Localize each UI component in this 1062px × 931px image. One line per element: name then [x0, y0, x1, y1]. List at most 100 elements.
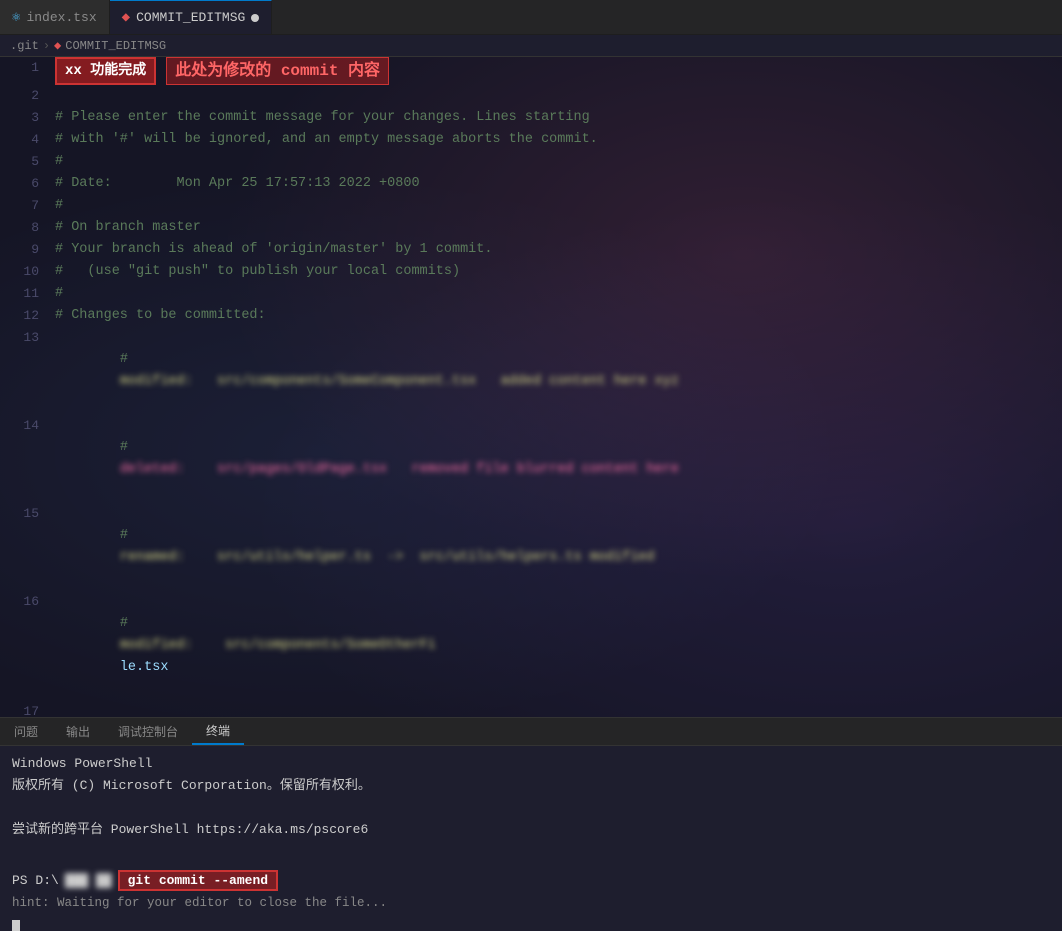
- line-15-hash: #: [120, 528, 144, 543]
- tab-index-tsx[interactable]: ⚛ index.tsx: [0, 0, 110, 34]
- line-1-content: xx 功能完成 此处为修改的 commit 内容: [55, 57, 1062, 85]
- line-16-blurred: modified: src/components/SomeOtherFi: [120, 635, 436, 657]
- code-container: 1 xx 功能完成 此处为修改的 commit 内容 2 3 # Please …: [0, 57, 1062, 717]
- line-3-content: # Please enter the commit message for yo…: [55, 107, 1062, 129]
- git-command: git commit --amend: [118, 870, 278, 891]
- line-10-content: # (use "git push" to publish your local …: [55, 261, 1062, 283]
- breadcrumb-separator: ›: [43, 39, 50, 53]
- commit-annotation: 此处为修改的 commit 内容: [166, 57, 389, 85]
- code-line-5: 5 #: [0, 151, 1062, 173]
- tab-problems-label: 问题: [14, 723, 38, 740]
- line-number-12: 12: [0, 305, 55, 327]
- line-number-14: 14: [0, 415, 55, 437]
- code-line-3: 3 # Please enter the commit message for …: [0, 107, 1062, 129]
- line-14-hash: #: [120, 440, 144, 455]
- commit-icon: ◆: [122, 9, 130, 26]
- code-line-10: 10 # (use "git push" to publish your loc…: [0, 261, 1062, 283]
- tab-debug[interactable]: 调试控制台: [104, 718, 192, 745]
- code-line-11: 11 #: [0, 283, 1062, 305]
- hint-text: hint: Waiting for your editor to close t…: [12, 896, 387, 910]
- line-17-content: # modified: src/store/appStore.ts state …: [55, 701, 1062, 717]
- line-number-5: 5: [0, 151, 55, 173]
- line-4-content: # with '#' will be ignored, and an empty…: [55, 129, 1062, 151]
- tsx-icon: ⚛: [12, 9, 20, 26]
- line-number-11: 11: [0, 283, 55, 305]
- line-15-blurred: renamed: src/utils/helper.ts -> src/util…: [120, 547, 655, 569]
- breadcrumb-file-icon: ◆: [54, 38, 61, 53]
- pscore-text: 尝试新的跨平台 PowerShell https://aka.ms/pscore…: [12, 822, 368, 837]
- copyright-text: 版权所有 (C) Microsoft Corporation。保留所有权利。: [12, 778, 371, 793]
- prompt-ps: PS D:\: [12, 873, 59, 888]
- line-15-content: # renamed: src/utils/helper.ts -> src/ut…: [55, 503, 1062, 591]
- terminal-command-box: git commit --amend: [118, 870, 278, 891]
- line-number-6: 6: [0, 173, 55, 195]
- terminal-content: Windows PowerShell 版权所有 (C) Microsoft Co…: [0, 746, 1062, 931]
- code-line-15: 15 # renamed: src/utils/helper.ts -> src…: [0, 503, 1062, 591]
- terminal-line-empty: [12, 798, 1050, 818]
- line-6-content: # Date: Mon Apr 25 17:57:13 2022 +0800: [55, 173, 1062, 195]
- terminal-line-empty2: [12, 842, 1050, 862]
- line-12-content: # Changes to be committed:: [55, 305, 1062, 327]
- line-7-content: #: [55, 195, 1062, 217]
- tab-problems[interactable]: 问题: [0, 718, 52, 745]
- terminal-line-pscore: 尝试新的跨平台 PowerShell https://aka.ms/pscore…: [12, 820, 1050, 840]
- breadcrumb: .git › ◆ COMMIT_EDITMSG: [0, 35, 1062, 57]
- line-number-16: 16: [0, 591, 55, 613]
- line-number-1: 1: [0, 57, 55, 79]
- line-14-blurred: deleted: src/pages/OldPage.tsx removed f…: [120, 459, 679, 481]
- line-number-3: 3: [0, 107, 55, 129]
- panel-tabs: 问题 输出 调试控制台 终端: [0, 718, 1062, 746]
- code-line-8: 8 # On branch master: [0, 217, 1062, 239]
- code-line-4: 4 # with '#' will be ignored, and an emp…: [0, 129, 1062, 151]
- code-line-2: 2: [0, 85, 1062, 107]
- tab-terminal-label: 终端: [206, 722, 230, 739]
- line-number-8: 8: [0, 217, 55, 239]
- code-line-12: 12 # Changes to be committed:: [0, 305, 1062, 327]
- terminal-hint-line: hint: Waiting for your editor to close t…: [12, 893, 1050, 913]
- code-line-7: 7 #: [0, 195, 1062, 217]
- code-line-16: 16 # modified: src/components/SomeOtherF…: [0, 591, 1062, 701]
- terminal-line-copyright: 版权所有 (C) Microsoft Corporation。保留所有权利。: [12, 776, 1050, 796]
- line-13-blurred: modified: src/components/SomeComponent.t…: [120, 371, 679, 393]
- line-8-content: # On branch master: [55, 217, 1062, 239]
- tab-terminal[interactable]: 终端: [192, 718, 244, 745]
- terminal-cursor-line: [12, 915, 1050, 931]
- tab-commit-editmsg[interactable]: ◆ COMMIT_EDITMSG: [110, 0, 273, 34]
- tab-output-label: 输出: [66, 723, 90, 740]
- code-line-13: 13 # modified: src/components/SomeCompon…: [0, 327, 1062, 415]
- line-number-9: 9: [0, 239, 55, 261]
- terminal-prompt: PS D:\ ███ ██ git commit --amend: [12, 870, 1050, 891]
- line-number-4: 4: [0, 129, 55, 151]
- code-line-14: 14 # deleted: src/pages/OldPage.tsx remo…: [0, 415, 1062, 503]
- code-line-1: 1 xx 功能完成 此处为修改的 commit 内容: [0, 57, 1062, 85]
- tab-debug-label: 调试控制台: [118, 723, 178, 740]
- terminal-line-powershell: Windows PowerShell: [12, 754, 1050, 774]
- terminal-cursor: [12, 920, 20, 931]
- tab-bar: ⚛ index.tsx ◆ COMMIT_EDITMSG: [0, 0, 1062, 35]
- line-9-content: # Your branch is ahead of 'origin/master…: [55, 239, 1062, 261]
- code-line-6: 6 # Date: Mon Apr 25 17:57:13 2022 +0800: [0, 173, 1062, 195]
- line-13-hash: #: [120, 352, 144, 367]
- line-11-content: #: [55, 283, 1062, 305]
- tab-output[interactable]: 输出: [52, 718, 104, 745]
- line-number-7: 7: [0, 195, 55, 217]
- line-number-10: 10: [0, 261, 55, 283]
- line-16-fileref: le.tsx: [120, 660, 169, 675]
- prompt-path-blurred: ███ ██: [65, 873, 112, 888]
- powershell-title: Windows PowerShell: [12, 756, 152, 771]
- line-number-2: 2: [0, 85, 55, 107]
- tab-label-index: index.tsx: [26, 10, 96, 25]
- line-16-content: # modified: src/components/SomeOtherFi l…: [55, 591, 1062, 701]
- tab-label-commit: COMMIT_EDITMSG: [136, 10, 245, 25]
- code-line-9: 9 # Your branch is ahead of 'origin/mast…: [0, 239, 1062, 261]
- editor-area[interactable]: 1 xx 功能完成 此处为修改的 commit 内容 2 3 # Please …: [0, 57, 1062, 717]
- line-14-content: # deleted: src/pages/OldPage.tsx removed…: [55, 415, 1062, 503]
- line-5-content: #: [55, 151, 1062, 173]
- bottom-panel: 问题 输出 调试控制台 终端 Windows PowerShell 版权所有 (…: [0, 717, 1062, 931]
- line-number-15: 15: [0, 503, 55, 525]
- commit-message-box: xx 功能完成: [55, 57, 156, 85]
- line-13-content: # modified: src/components/SomeComponent…: [55, 327, 1062, 415]
- line-16-hash: #: [120, 616, 144, 631]
- code-line-17: 17 # modified: src/store/appStore.ts sta…: [0, 701, 1062, 717]
- line-number-17: 17: [0, 701, 55, 717]
